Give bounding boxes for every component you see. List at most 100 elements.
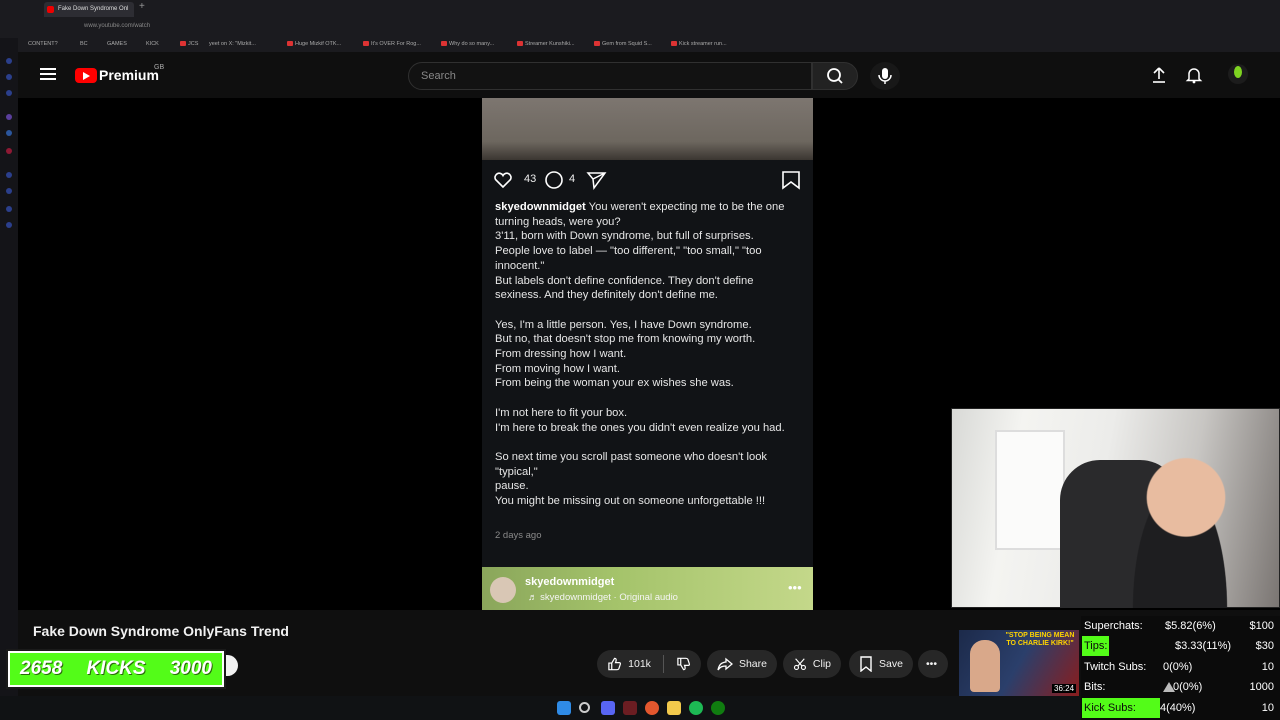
- stat-goal: $100: [1249, 620, 1274, 632]
- caption-body: 3'11, born with Down syndrome, but full …: [495, 230, 785, 508]
- bookmark-favicon-icon: [287, 41, 293, 46]
- bookmark-label: GAMES: [107, 41, 127, 47]
- browser-tab-active[interactable]: Fake Down Syndrome Onl: [44, 2, 134, 17]
- bookmark-item[interactable]: Huge Mizkif OTK...: [287, 41, 341, 47]
- browser-taskbar-icon[interactable]: [623, 701, 637, 715]
- upload-button[interactable]: [1150, 66, 1168, 89]
- bookmarks-bar: CONTENT? BC GAMES KICK JCS yeet on X: "M…: [0, 38, 1280, 52]
- bookmark-label: Why do so many...: [449, 41, 495, 47]
- like-divider: [662, 655, 664, 673]
- bookmark-favicon-icon: [180, 41, 186, 46]
- notifications-button[interactable]: [1185, 66, 1203, 89]
- bookmark-icon: [782, 171, 800, 190]
- reel-more-icon: •••: [788, 580, 802, 595]
- bookmark-item[interactable]: It's OVER For Rog...: [363, 41, 421, 47]
- thumbnail-face: [970, 640, 1000, 692]
- webcam-window: [995, 430, 1065, 550]
- bookmark-item[interactable]: CONTENT?: [28, 41, 58, 47]
- stat-label: Twitch Subs:: [1084, 661, 1147, 673]
- browser-sidebar: [0, 38, 18, 720]
- sidebar-app-icon[interactable]: [6, 206, 12, 212]
- bookmark-item[interactable]: Why do so many...: [441, 41, 494, 47]
- bookmark-item[interactable]: Streamer Kunshiki...: [517, 41, 575, 47]
- browser-tab-bar: [0, 0, 1280, 18]
- kicks-current: 2658: [20, 658, 63, 679]
- spotify-icon[interactable]: [689, 701, 703, 715]
- post-image: [482, 98, 813, 160]
- bookmark-label: yeet on X: "Mizkit...: [209, 41, 256, 47]
- youtube-logo-icon[interactable]: [75, 68, 97, 83]
- sidebar-app-icon[interactable]: [6, 172, 12, 178]
- bookmark-item[interactable]: Kick streamer run...: [671, 41, 727, 47]
- search-button[interactable]: [812, 62, 858, 90]
- url-text[interactable]: www.youtube.com/watch: [84, 23, 150, 29]
- region-code: GB: [154, 64, 165, 71]
- bookmark-item[interactable]: GAMES: [107, 41, 127, 47]
- account-avatar[interactable]: [1228, 64, 1248, 84]
- xbox-icon[interactable]: [711, 701, 725, 715]
- bookmark-favicon-icon: [363, 41, 369, 46]
- kicks-goal-widget: 2658 KICKS 3000: [6, 649, 226, 689]
- reel-audio: ♬ skyedownmidget · Original audio: [528, 592, 678, 603]
- windows-start-icon[interactable]: [557, 701, 571, 715]
- save-button[interactable]: Save: [849, 650, 913, 678]
- sidebar-app-icon[interactable]: [6, 222, 12, 228]
- clip-button[interactable]: Clip: [783, 650, 841, 678]
- post-date: 2 days ago: [495, 530, 542, 541]
- bookmark-item[interactable]: KICK: [146, 41, 159, 47]
- chrome-icon[interactable]: [645, 701, 659, 715]
- stat-row-bits: Bits: 0(0%) 1000: [1081, 677, 1280, 697]
- donation-stats-panel: Superchats: $5.82(6%) $100 Tips: $3.33(1…: [1081, 616, 1280, 720]
- file-explorer-icon[interactable]: [667, 701, 681, 715]
- stat-row-tips: Tips: $3.33(11%) $30: [1081, 636, 1280, 656]
- stat-value: 0(0%): [1173, 681, 1203, 693]
- clip-label: Clip: [812, 658, 831, 670]
- brand-label[interactable]: Premium: [99, 67, 159, 83]
- stat-label: Kick Subs:: [1082, 698, 1160, 718]
- sidebar-app-icon[interactable]: [6, 114, 12, 120]
- bookmark-item[interactable]: yeet on X: "Mizkit...: [209, 41, 256, 47]
- stat-row-twitch-subs: Twitch Subs: 0(0%) 10: [1081, 657, 1280, 677]
- bookmark-favicon-icon: [517, 41, 523, 46]
- bookmark-favicon-icon: [594, 41, 600, 46]
- thumbs-up-icon: [608, 657, 622, 671]
- stat-value: 0(0%): [1163, 661, 1193, 673]
- share-button[interactable]: Share: [707, 650, 777, 678]
- sidebar-app-icon[interactable]: [6, 58, 12, 64]
- sidebar-app-icon[interactable]: [6, 74, 12, 80]
- discord-icon[interactable]: [601, 701, 615, 715]
- sidebar-app-icon[interactable]: [6, 148, 12, 154]
- bookmark-item[interactable]: JCS: [180, 41, 198, 47]
- bookmark-item[interactable]: Gem from Squid S...: [594, 41, 652, 47]
- more-actions-button[interactable]: •••: [918, 650, 948, 678]
- stat-goal: $30: [1255, 640, 1274, 652]
- bookmark-label: Gem from Squid S...: [602, 41, 652, 47]
- share-icon: [717, 657, 733, 671]
- hamburger-menu-icon[interactable]: [40, 68, 56, 80]
- stat-value: $3.33(11%): [1175, 640, 1232, 652]
- bell-icon: [1185, 68, 1203, 84]
- bookmark-label: CONTENT?: [28, 41, 58, 47]
- sidebar-app-icon[interactable]: [6, 188, 12, 194]
- bookmark-item[interactable]: BC: [80, 41, 88, 47]
- send-icon: [586, 172, 607, 190]
- bookmark-favicon-icon: [441, 41, 447, 46]
- bookmark-label: JCS: [188, 41, 199, 47]
- upload-icon: [1153, 67, 1165, 83]
- stat-row-kick-subs: Kick Subs: 4(40%) 10: [1081, 698, 1280, 718]
- thumbs-down-icon[interactable]: [676, 656, 691, 672]
- stat-label: Bits:: [1084, 681, 1106, 693]
- voice-search-button[interactable]: [870, 62, 900, 90]
- save-label: Save: [879, 658, 903, 670]
- like-button[interactable]: 101k: [597, 650, 701, 678]
- sidebar-app-icon[interactable]: [6, 90, 12, 96]
- address-bar[interactable]: [0, 18, 1280, 38]
- search-input[interactable]: Search: [408, 62, 812, 90]
- new-tab-button[interactable]: +: [139, 1, 145, 12]
- sidebar-app-icon[interactable]: [6, 130, 12, 136]
- post-action-icons: [494, 171, 800, 190]
- post-caption: skyedownmidget You weren't expecting me …: [495, 200, 800, 509]
- reel-avatar: [490, 577, 516, 603]
- tab-title: Fake Down Syndrome Onl: [58, 6, 129, 12]
- taskbar-search-icon[interactable]: [579, 702, 590, 713]
